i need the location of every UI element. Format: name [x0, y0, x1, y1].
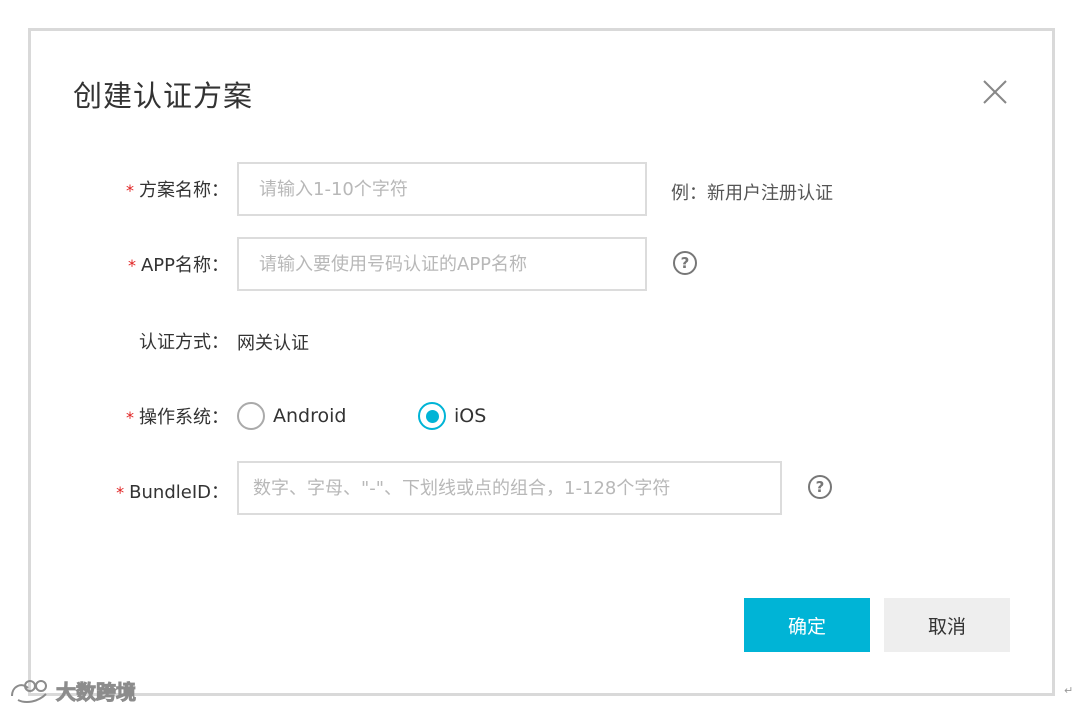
radio-ios-label: iOS — [454, 405, 487, 427]
close-icon[interactable] — [979, 76, 1011, 108]
return-mark: ↵ — [1064, 684, 1074, 697]
help-glyph: ? — [680, 253, 690, 272]
scheme-name-label-text: 方案名称： — [139, 180, 229, 201]
radio-ios[interactable]: iOS — [418, 402, 486, 430]
radio-circle-icon — [237, 402, 265, 430]
bundle-id-input[interactable] — [237, 461, 782, 515]
dialog-title: 创建认证方案 — [73, 79, 254, 113]
bundle-id-label-text: BundleID： — [129, 482, 229, 503]
os-label-text: 操作系统： — [139, 407, 229, 428]
scheme-name-example: 例：新用户注册认证 — [671, 183, 833, 204]
question-circle-icon[interactable]: ? — [673, 251, 697, 275]
confirm-button[interactable]: 确定 — [744, 598, 870, 652]
radio-android[interactable]: Android — [237, 402, 346, 430]
required-mark: * — [116, 482, 125, 502]
bundle-id-label: * BundleID： — [97, 476, 229, 506]
required-mark: * — [127, 255, 136, 275]
auth-method-label-text: 认证方式： — [139, 332, 229, 353]
required-mark: * — [126, 407, 134, 427]
app-name-input[interactable] — [237, 237, 647, 291]
brand-logo-icon — [11, 679, 47, 703]
radio-selected-icon — [418, 402, 446, 430]
create-auth-scheme-dialog: 创建认证方案 * 方案名称： 例：新用户注册认证 * APP名称： ? 认证方式… — [28, 28, 1055, 696]
scheme-name-input[interactable] — [237, 162, 647, 216]
auth-method-value: 网关认证 — [237, 333, 309, 354]
radio-android-label: Android — [273, 405, 347, 427]
app-name-label-text: APP名称： — [140, 255, 229, 276]
required-mark: * — [126, 180, 134, 200]
os-label: * 操作系统： — [107, 401, 229, 431]
watermark-text: 大数跨境 — [56, 680, 137, 705]
scheme-name-label: * 方案名称： — [107, 174, 229, 204]
question-circle-icon[interactable]: ? — [808, 475, 832, 499]
help-glyph: ? — [815, 477, 825, 496]
auth-method-label: 认证方式： — [107, 326, 229, 356]
cancel-button[interactable]: 取消 — [884, 598, 1010, 652]
watermark: 大数跨境 — [8, 676, 137, 705]
app-name-label: * APP名称： — [107, 249, 229, 279]
